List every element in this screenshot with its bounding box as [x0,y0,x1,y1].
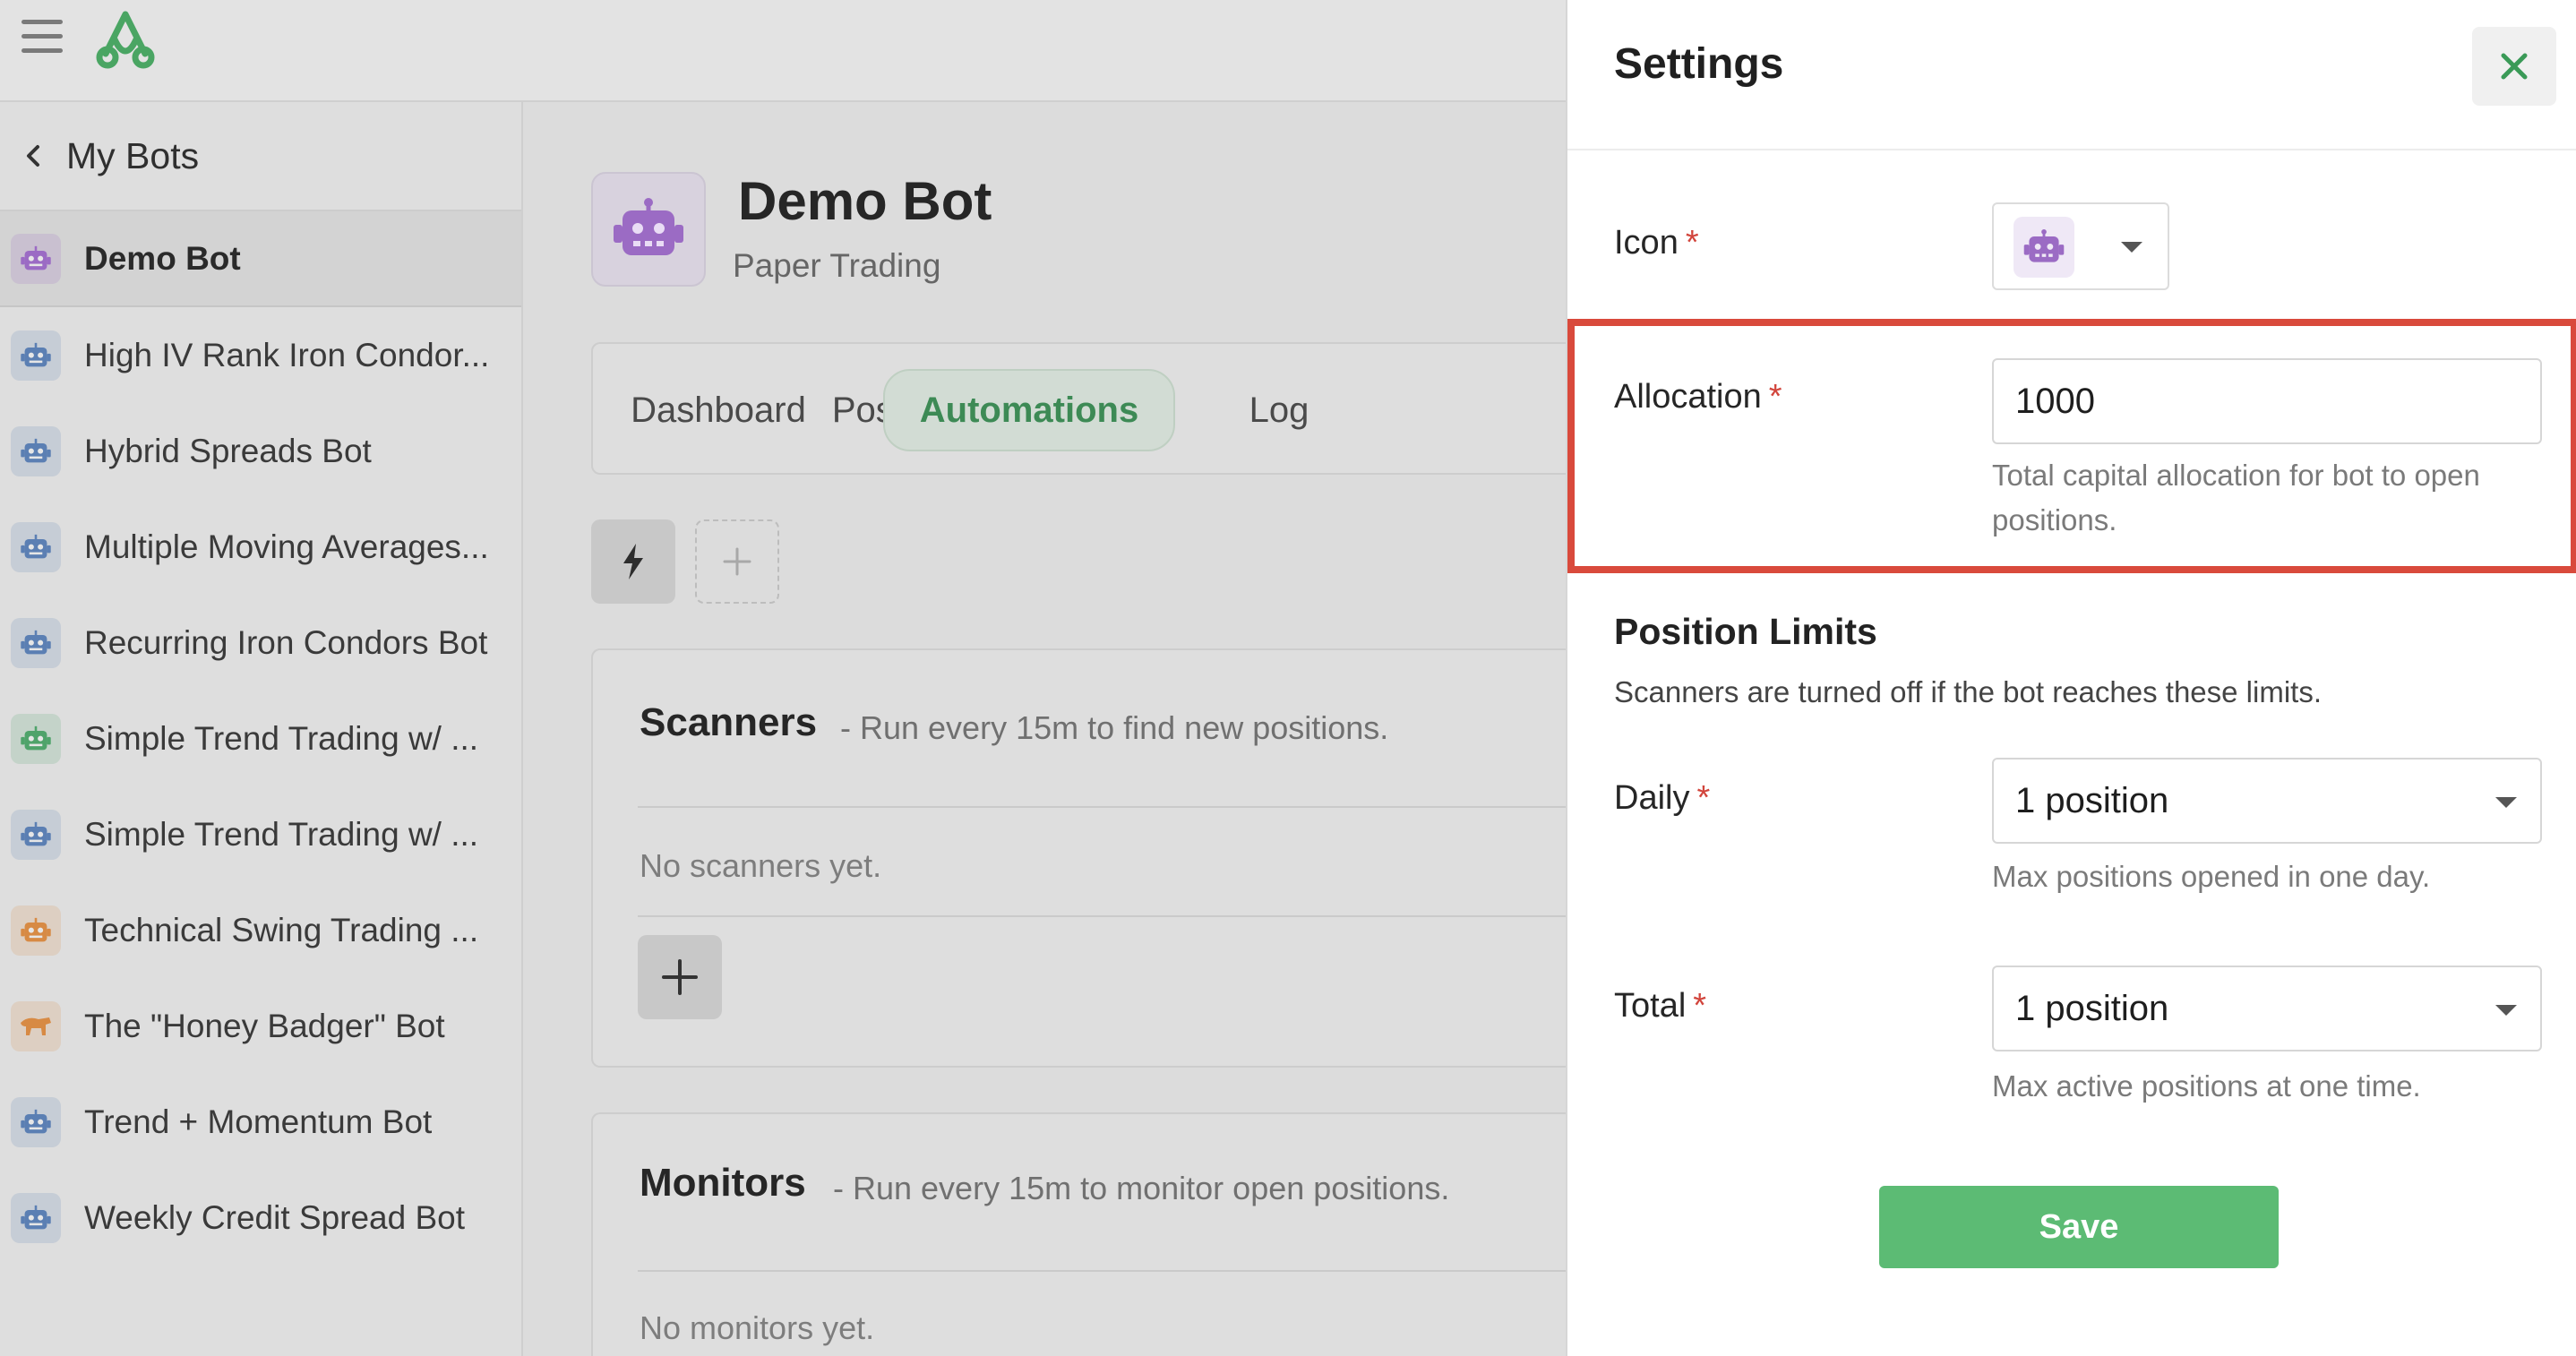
icon-preview [2014,217,2074,278]
settings-title: Settings [1614,40,1784,88]
app-logo-icon[interactable] [93,7,158,70]
sidebar-bot-label: Weekly Credit Spread Bot [84,1198,466,1236]
robot-icon [11,1192,61,1243]
add-scanner-button[interactable] [638,935,722,1019]
allocation-input[interactable] [1992,358,2542,444]
sidebar-bot-item[interactable]: High IV Rank Iron Condor... [0,307,521,403]
icon-select[interactable] [1992,202,2169,290]
scanners-empty-text: No scanners yet. [640,847,882,884]
monitors-description: - Run every 15m to monitor open position… [833,1170,1450,1206]
sidebar-bot-label: The "Honey Badger" Bot [84,1007,445,1044]
required-asterisk: * [1693,987,1707,1025]
sidebar-bot-item[interactable]: The "Honey Badger" Bot [0,978,521,1074]
robot-icon [11,713,61,764]
plus-icon [723,547,751,576]
robot-icon [11,233,61,284]
daily-field-label: Daily * [1614,779,1710,818]
chevron-down-icon [2121,242,2142,253]
chevron-down-icon [2495,797,2517,808]
daily-label-text: Daily [1614,779,1690,817]
robot-icon [11,1096,61,1147]
sidebar-bot-item[interactable]: Simple Trend Trading w/ ... [0,786,521,882]
page-title: Demo Bot [738,171,992,231]
sidebar-bot-label: Simple Trend Trading w/ ... [84,719,479,757]
main-content: Demo Bot Paper Trading Dashboard Positio… [525,104,1594,1356]
add-automation-tab-button[interactable] [695,519,779,604]
hamburger-menu-icon[interactable] [21,18,63,56]
scanners-title: Scanners [640,700,818,744]
back-to-my-bots-link[interactable]: My Bots [0,102,521,211]
robot-icon [11,905,61,956]
sidebar-bot-item[interactable]: Multiple Moving Averages... [0,499,521,595]
save-button[interactable]: Save [1879,1186,2279,1268]
required-asterisk: * [1768,378,1782,416]
sidebar-bot-label: Demo Bot [84,239,241,277]
scanners-card: Scanners - Run every 15m to find new pos… [591,648,1594,1068]
robot-icon [11,330,61,381]
robot-icon [11,521,61,572]
icon-label-text: Icon [1614,224,1679,262]
sidebar-bot-item[interactable]: Hybrid Spreads Bot [0,403,521,499]
bots-sidebar: My Bots Demo Bot High IV Rank Iron Condor… [0,102,523,1356]
daily-help-text: Max positions opened in one day. [1992,860,2431,893]
allocation-field-label: Allocation * [1614,378,1782,416]
divider [638,1270,1594,1272]
scanners-description: - Run every 15m to find new positions. [840,709,1389,746]
chevron-down-icon [2495,1005,2517,1016]
bot-list: Demo Bot High IV Rank Iron Condor... Hybri… [0,211,521,1266]
sidebar-bot-label: Recurring Iron Condors Bot [84,623,488,661]
robot-icon [11,425,61,476]
sidebar-bot-item[interactable]: Weekly Credit Spread Bot [0,1170,521,1266]
page-subtitle: Paper Trading [733,247,941,284]
close-button[interactable] [2472,27,2556,106]
robot-icon [2023,229,2065,262]
sidebar-bot-item[interactable]: Trend + Momentum Bot [0,1074,521,1170]
bot-tabs: Dashboard Positions Automations Log [591,342,1594,475]
position-limits-title: Position Limits [1614,611,1877,652]
sidebar-bot-label: High IV Rank Iron Condor... [84,336,490,373]
daily-limit-select[interactable]: 1 position [1992,758,2542,844]
robot-icon [11,617,61,668]
automation-type-button[interactable] [591,519,675,604]
icon-field-label: Icon * [1614,224,1699,262]
tab-automations[interactable]: Automations [883,369,1175,451]
sidebar-bot-item[interactable]: Simple Trend Trading w/ ... [0,691,521,786]
sidebar-bot-label: Hybrid Spreads Bot [84,432,372,469]
allocation-label-text: Allocation [1614,378,1762,416]
position-limits-description: Scanners are turned off if the bot reach… [1614,675,2322,708]
badger-icon [11,1000,61,1051]
total-help-text: Max active positions at one time. [1992,1069,2421,1103]
total-limit-select[interactable]: 1 position [1992,966,2542,1051]
allocation-help-text: Total capital allocation for bot to open… [1992,459,2480,536]
robot-icon [614,198,683,255]
settings-drawer: Settings Icon* Allocation* Total capital… [1566,0,2576,1356]
back-label: My Bots [66,134,200,176]
robot-icon [11,809,61,860]
divider [638,915,1594,917]
sidebar-bot-item[interactable]: Technical Swing Trading ... [0,882,521,978]
divider [1567,149,2576,150]
total-label-text: Total [1614,987,1687,1025]
sidebar-bot-label: Trend + Momentum Bot [84,1103,433,1140]
close-icon [2501,53,2528,80]
monitors-empty-text: No monitors yet. [640,1309,875,1346]
sidebar-bot-item[interactable]: Demo Bot [0,211,521,307]
divider [638,806,1594,808]
sidebar-bot-label: Simple Trend Trading w/ ... [84,815,479,853]
lightning-icon [623,544,643,579]
bot-avatar [591,172,706,287]
sidebar-bot-label: Technical Swing Trading ... [84,911,479,948]
required-asterisk: * [1696,779,1711,817]
plus-icon [662,959,698,995]
tab-log[interactable]: Log [1216,369,1342,451]
total-field-label: Total * [1614,987,1706,1026]
total-limit-value: 1 position [2015,989,2169,1028]
required-asterisk: * [1685,224,1699,262]
sidebar-bot-label: Multiple Moving Averages... [84,528,489,565]
monitors-card: Monitors - Run every 15m to monitor open… [591,1112,1594,1356]
sidebar-bot-item[interactable]: Recurring Iron Condors Bot [0,595,521,691]
daily-limit-value: 1 position [2015,781,2169,820]
chevron-left-icon [27,145,39,167]
monitors-title: Monitors [640,1161,806,1205]
